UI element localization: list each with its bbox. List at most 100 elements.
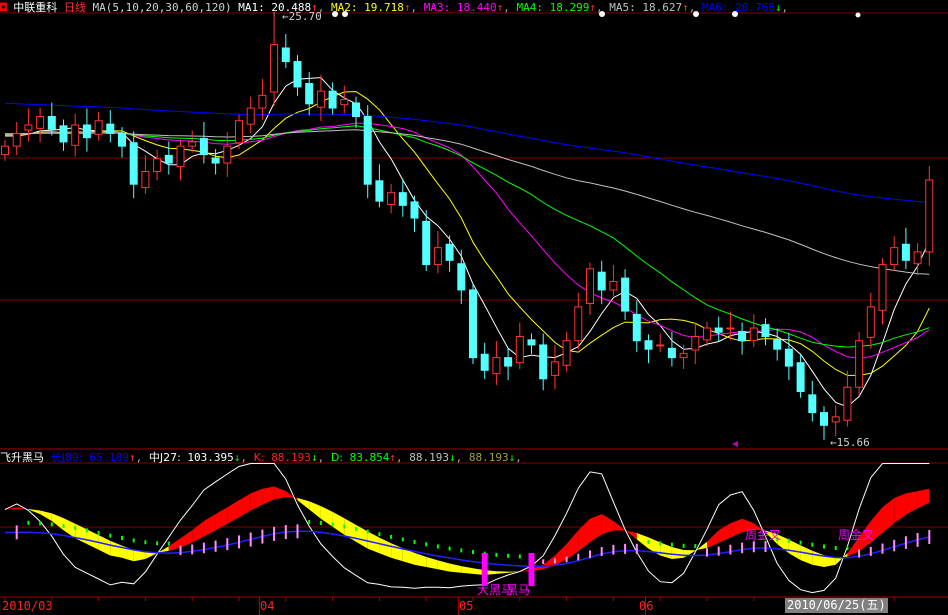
- candle-body: [843, 386, 852, 421]
- candle: [679, 344, 688, 370]
- candle: [808, 380, 817, 422]
- band-up-segment: [554, 544, 567, 566]
- candle-body: [773, 339, 782, 350]
- band-down-segment: [110, 540, 122, 558]
- main-header: ◘ 中联重科 日线 MA(5,10,20,30,60,120) MA1: 20.…: [0, 1, 789, 14]
- low-price-label: ←15.66: [830, 436, 870, 449]
- candle: [469, 283, 477, 364]
- candle-body: [515, 335, 524, 364]
- indicator-header: 飞升黑马 长J89: 65.109↑, 中J27: 103.395↓, K: 8…: [0, 451, 522, 464]
- chart-canvas[interactable]: [0, 0, 948, 615]
- candle-body: [24, 124, 33, 131]
- candle-body: [831, 416, 840, 423]
- stock-chart-window: ◘ 中联重科 日线 MA(5,10,20,30,60,120) MA1: 20.…: [0, 0, 948, 615]
- candle-body: [82, 124, 91, 139]
- candle-body: [398, 192, 407, 206]
- candle-body: [621, 277, 630, 312]
- candle-body: [188, 141, 197, 147]
- candle-body: [562, 340, 571, 366]
- candle: [153, 149, 162, 181]
- candle: [878, 258, 887, 325]
- indicator-arrow-0: ↑: [128, 451, 136, 464]
- candle-body: [199, 138, 208, 156]
- candle: [340, 85, 349, 114]
- band-up-segment: [894, 493, 906, 524]
- ma6-value: MA6: 20.768: [701, 1, 775, 14]
- band-up-segment: [203, 514, 216, 537]
- band-down-segment: [414, 552, 427, 567]
- candle: [106, 110, 115, 143]
- candle-body: [644, 340, 653, 350]
- indicator-arrow-3: ↑: [389, 451, 396, 464]
- candle-body: [925, 179, 934, 253]
- candle-body: [749, 327, 758, 342]
- candle: [24, 108, 33, 142]
- weekly-golden-cross-1: 周金叉: [745, 528, 782, 542]
- candle: [843, 370, 852, 427]
- candle: [293, 55, 302, 96]
- candle-body: [305, 83, 314, 105]
- candle-body: [410, 201, 419, 219]
- ma2-value: MA2: 19.718: [330, 1, 404, 14]
- candle: [855, 331, 864, 397]
- candle-body: [106, 123, 115, 134]
- band-up-segment: [227, 500, 239, 524]
- candle: [831, 405, 840, 436]
- candle-body: [223, 145, 232, 164]
- black-horse-bar: [528, 553, 535, 586]
- stock-icon[interactable]: ◘: [0, 1, 7, 14]
- low-value: 15.66: [836, 436, 870, 449]
- candle-body: [340, 99, 349, 106]
- candle-body: [316, 90, 325, 108]
- candle: [188, 130, 197, 153]
- candle: [703, 321, 711, 347]
- candle: [527, 333, 536, 354]
- candle-body: [153, 158, 162, 173]
- candle-body: [129, 142, 138, 185]
- date-label-mar: 2010/03: [2, 599, 53, 613]
- candle-body: [328, 90, 337, 109]
- candle-body: [574, 306, 583, 342]
- candle-body: [597, 271, 606, 291]
- black-horse-bar: [481, 553, 488, 586]
- date-ticks: [4, 12, 895, 615]
- indicator-name[interactable]: 飞升黑马: [0, 451, 44, 464]
- candle-body: [761, 324, 770, 337]
- candle-body: [293, 61, 302, 88]
- candle-body: [433, 247, 442, 266]
- candle-body: [527, 339, 536, 346]
- band-down-segment: [51, 513, 64, 531]
- candle: [691, 322, 700, 364]
- candle: [550, 345, 559, 390]
- signal-horse: 黑马: [506, 583, 531, 597]
- candle-body: [246, 107, 255, 125]
- band-up-segment: [262, 486, 275, 505]
- candle-body: [784, 348, 793, 367]
- candle-body: [609, 280, 618, 291]
- candle-body: [796, 362, 805, 392]
- event-marker: [855, 12, 861, 18]
- candle: [422, 210, 431, 271]
- band-up-segment: [192, 521, 204, 543]
- candle-body: [469, 289, 477, 359]
- candle-body: [387, 192, 396, 206]
- band-down-segment: [379, 537, 392, 558]
- candle-body: [913, 251, 922, 265]
- date-label-may: 05: [459, 599, 474, 613]
- candle: [223, 132, 232, 178]
- candle-body: [258, 94, 267, 109]
- candle: [258, 78, 267, 120]
- candle: [714, 316, 723, 342]
- indicator-value-1: 中J27: 103.395: [148, 451, 234, 464]
- candle: [773, 328, 782, 361]
- indicator-value-3: D: 83.854: [330, 451, 390, 464]
- ma5-arrow: ↑: [682, 1, 689, 14]
- band-up-segment: [905, 491, 918, 515]
- candle-body: [141, 171, 150, 189]
- cursor-marker: [732, 441, 738, 447]
- period-label[interactable]: 日线: [64, 1, 86, 14]
- candle: [726, 311, 735, 341]
- candle: [586, 262, 594, 315]
- candle: [457, 249, 466, 304]
- candle-body: [422, 220, 431, 266]
